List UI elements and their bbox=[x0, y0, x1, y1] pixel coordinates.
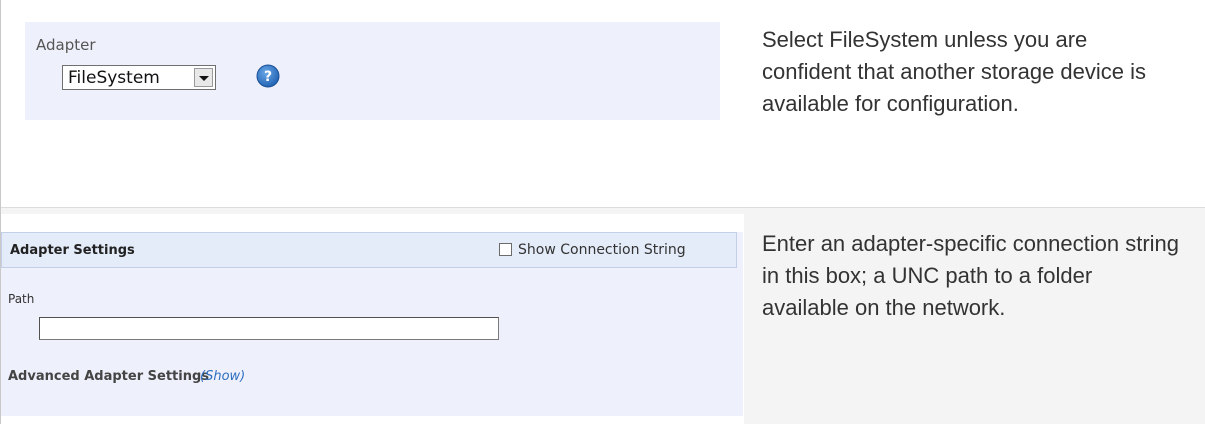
adapter-panel: Adapter FileSystem ? bbox=[25, 22, 720, 120]
svg-text:?: ? bbox=[264, 69, 272, 85]
adapter-settings-panel: Adapter Settings Show Connection String … bbox=[1, 214, 743, 424]
chevron-down-icon[interactable] bbox=[194, 68, 213, 87]
show-connection-string-checkbox[interactable] bbox=[499, 243, 512, 256]
adapter-settings-header: Adapter Settings Show Connection String bbox=[1, 232, 737, 268]
adapter-settings-title: Adapter Settings bbox=[10, 243, 135, 258]
advanced-adapter-settings-label: Advanced Adapter Settings bbox=[8, 369, 209, 384]
path-label: Path bbox=[8, 292, 35, 306]
adapter-settings-description: Enter an adapter-specific connection str… bbox=[762, 231, 1180, 320]
path-input[interactable] bbox=[39, 317, 499, 340]
adapter-select[interactable]: FileSystem bbox=[62, 65, 216, 90]
show-connection-string-label[interactable]: Show Connection String bbox=[518, 242, 686, 258]
help-icon[interactable]: ? bbox=[256, 64, 280, 88]
advanced-settings-show-link[interactable]: (Show) bbox=[200, 369, 245, 384]
adapter-select-value: FileSystem bbox=[68, 68, 160, 88]
adapter-description: Select FileSystem unless you are confide… bbox=[762, 27, 1147, 116]
adapter-label: Adapter bbox=[36, 36, 96, 54]
adapter-settings-body: Adapter Settings Show Connection String … bbox=[1, 232, 743, 416]
